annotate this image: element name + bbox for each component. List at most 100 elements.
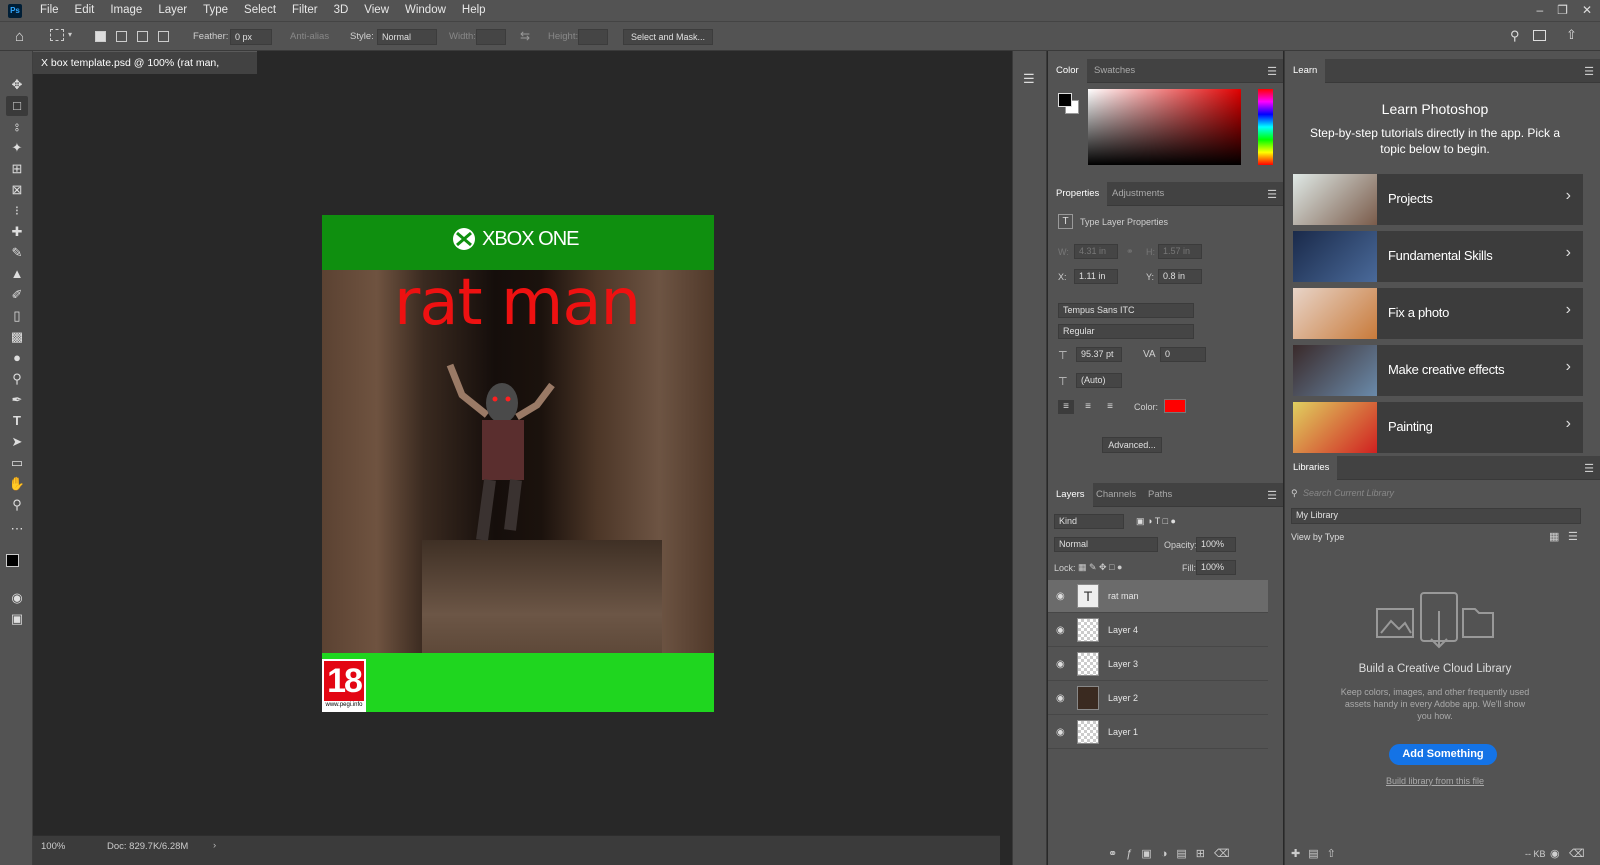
layer-row[interactable]: ◉ Layer 2: [1048, 682, 1268, 715]
foreground-color-swatch[interactable]: [6, 554, 19, 567]
panel-menu-icon[interactable]: ☰: [1267, 188, 1277, 201]
restore-icon[interactable]: ❐: [1557, 0, 1568, 21]
build-library-link[interactable]: Build library from this file: [1285, 776, 1585, 786]
leading-input[interactable]: (Auto): [1076, 373, 1122, 388]
delete-icon[interactable]: ⌫: [1569, 847, 1585, 860]
menu-edit[interactable]: Edit: [67, 0, 103, 21]
pen-tool-icon[interactable]: ✒: [6, 390, 28, 410]
tab-adjustments[interactable]: Adjustments: [1104, 182, 1172, 206]
menu-layer[interactable]: Layer: [150, 0, 195, 21]
visibility-eye-icon[interactable]: ◉: [1056, 659, 1065, 670]
color-picker-field[interactable]: [1088, 89, 1241, 165]
new-selection-icon[interactable]: [95, 31, 106, 42]
clone-stamp-icon[interactable]: ▲: [6, 264, 28, 284]
intersect-selection-icon[interactable]: [158, 31, 169, 42]
zoom-tool-icon[interactable]: ⚲: [6, 495, 28, 515]
lock-icons[interactable]: ▦ ✎ ✥ □ ●: [1078, 562, 1122, 573]
eyedropper-icon[interactable]: ⁝: [6, 201, 28, 221]
search-icon[interactable]: ⚲: [1510, 28, 1520, 44]
learn-card-make-creative-effects[interactable]: Make creative effects ›: [1293, 345, 1583, 396]
text-color-swatch[interactable]: [1164, 399, 1186, 413]
font-family-select[interactable]: Tempus Sans ITC: [1058, 303, 1194, 318]
h-input[interactable]: 1.57 in: [1158, 244, 1202, 259]
brush-tool-icon[interactable]: ✎: [6, 243, 28, 263]
style-select[interactable]: Normal: [377, 29, 437, 45]
home-icon[interactable]: ⌂: [15, 28, 24, 45]
tab-swatches[interactable]: Swatches: [1086, 59, 1143, 83]
tracking-input[interactable]: 0: [1160, 347, 1206, 362]
chevron-down-icon[interactable]: ▾: [68, 30, 72, 39]
align-left-icon[interactable]: ≡: [1058, 400, 1074, 414]
view-by-type-dropdown[interactable]: View by Type: [1291, 532, 1344, 542]
x-input[interactable]: 1.11 in: [1074, 269, 1118, 284]
tab-color[interactable]: Color: [1048, 59, 1087, 83]
marquee-preset-icon[interactable]: [50, 29, 64, 41]
gradient-tool-icon[interactable]: ▩: [6, 327, 28, 347]
anti-alias-checkbox[interactable]: Anti-alias: [290, 31, 329, 42]
minimize-icon[interactable]: –: [1536, 0, 1543, 21]
feather-input[interactable]: 0 px: [230, 29, 272, 45]
library-add-icons[interactable]: ✚▤⇧: [1291, 847, 1344, 860]
chevron-right-icon[interactable]: ›: [213, 840, 216, 851]
menu-help[interactable]: Help: [454, 0, 494, 21]
visibility-eye-icon[interactable]: ◉: [1056, 591, 1065, 602]
dodge-tool-icon[interactable]: ⚲: [6, 369, 28, 389]
opacity-input[interactable]: 100%: [1196, 537, 1236, 552]
swap-icon[interactable]: ⇆: [520, 29, 530, 43]
menu-type[interactable]: Type: [195, 0, 236, 21]
panel-menu-icon[interactable]: ☰: [1584, 462, 1594, 475]
font-style-select[interactable]: Regular: [1058, 324, 1194, 339]
learn-card-fix-a-photo[interactable]: Fix a photo ›: [1293, 288, 1583, 339]
zoom-level[interactable]: 100%: [41, 841, 65, 852]
document-tab[interactable]: X box template.psd @ 100% (rat man, RGB/…: [33, 51, 257, 91]
menu-filter[interactable]: Filter: [284, 0, 326, 21]
layer-row[interactable]: ◉ Layer 4: [1048, 614, 1268, 647]
menu-view[interactable]: View: [356, 0, 397, 21]
tab-layers[interactable]: Layers: [1048, 483, 1093, 507]
learn-card-painting[interactable]: Painting ›: [1293, 402, 1583, 453]
screen-mode-icon[interactable]: ▣: [6, 609, 28, 629]
creative-cloud-icon[interactable]: ◉: [1550, 847, 1560, 860]
close-icon[interactable]: ✕: [1582, 0, 1592, 21]
menu-select[interactable]: Select: [236, 0, 284, 21]
width-input[interactable]: [476, 29, 506, 45]
rectangle-tool-icon[interactable]: ▭: [6, 453, 28, 473]
quick-select-icon[interactable]: ✦: [6, 138, 28, 158]
layer-kind-filter[interactable]: Kind: [1054, 514, 1124, 529]
tab-libraries[interactable]: Libraries: [1285, 456, 1338, 480]
tab-channels[interactable]: Channels: [1088, 483, 1144, 507]
link-icon[interactable]: ⚭: [1126, 246, 1134, 257]
tab-paths[interactable]: Paths: [1140, 483, 1180, 507]
layer-row[interactable]: ◉ T rat man: [1048, 580, 1268, 613]
y-input[interactable]: 0.8 in: [1158, 269, 1202, 284]
healing-brush-icon[interactable]: ✚: [6, 222, 28, 242]
visibility-eye-icon[interactable]: ◉: [1056, 693, 1065, 704]
history-panel-icon[interactable]: ☰: [1023, 71, 1035, 87]
layer-filter-icons[interactable]: ▣ ◑ T □ ●: [1136, 516, 1176, 527]
panel-menu-icon[interactable]: ☰: [1584, 65, 1594, 78]
eraser-icon[interactable]: ▯: [6, 306, 28, 326]
w-input[interactable]: 4.31 in: [1074, 244, 1118, 259]
layer-actions-bar[interactable]: ⚭ƒ▣◑▤⊞⌫: [1108, 847, 1239, 860]
visibility-eye-icon[interactable]: ◉: [1056, 727, 1065, 738]
menu-window[interactable]: Window: [397, 0, 454, 21]
blend-mode-select[interactable]: Normal: [1054, 537, 1158, 552]
fill-input[interactable]: 100%: [1196, 560, 1236, 575]
grid-view-icon[interactable]: ▦: [1549, 530, 1559, 543]
align-right-icon[interactable]: ≡: [1102, 400, 1118, 414]
document-canvas[interactable]: XBOX ONE rat man 18 www.pegi.info: [322, 215, 714, 712]
library-search-input[interactable]: Search Current Library: [1303, 488, 1394, 498]
select-and-mask-button[interactable]: Select and Mask...: [623, 29, 713, 45]
move-tool-icon[interactable]: ✥: [6, 75, 28, 95]
menu-file[interactable]: File: [32, 0, 67, 21]
font-size-input[interactable]: 95.37 pt: [1076, 347, 1122, 362]
align-center-icon[interactable]: ≡: [1080, 400, 1096, 414]
list-view-icon[interactable]: ☰: [1568, 530, 1578, 543]
type-tool-icon[interactable]: T: [6, 411, 28, 431]
workspace-icon[interactable]: [1533, 30, 1546, 41]
learn-card-projects[interactable]: Projects ›: [1293, 174, 1583, 225]
history-brush-icon[interactable]: ✐: [6, 285, 28, 305]
panel-menu-icon[interactable]: ☰: [1267, 65, 1277, 78]
hue-slider[interactable]: [1258, 89, 1273, 165]
visibility-eye-icon[interactable]: ◉: [1056, 625, 1065, 636]
